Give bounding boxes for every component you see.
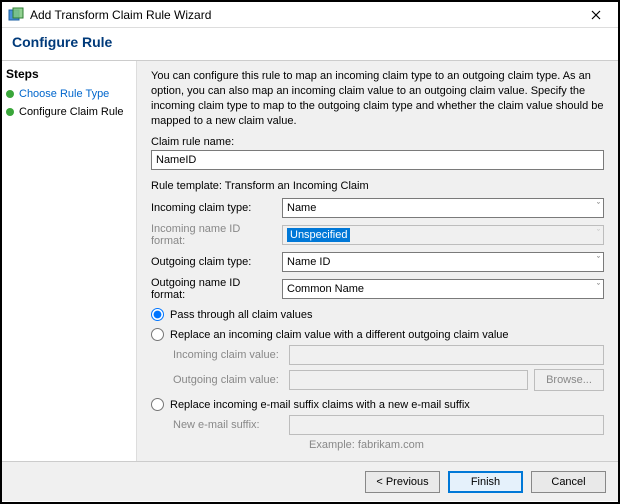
radio-replace-value-label: Replace an incoming claim value with a d… [170,329,509,341]
incoming-claim-value-input [289,345,604,365]
combo-value: Name ID [287,256,330,268]
steps-header: Steps [6,67,132,81]
browse-button: Browse... [534,369,604,391]
outgoing-claim-value-label: Outgoing claim value: [173,374,283,386]
step-bullet-icon [6,108,14,116]
radio-pass-through-label: Pass through all claim values [170,309,312,321]
combo-value: Name [287,202,316,214]
outgoing-claim-type-combo[interactable]: Name ID ˇ [282,252,604,272]
incoming-claim-type-label: Incoming claim type: [151,202,276,214]
chevron-down-icon: ˇ [597,282,600,292]
description-text: You can configure this rule to map an in… [151,69,604,128]
chevron-down-icon: ˇ [597,255,600,265]
rule-template-label: Rule template: Transform an Incoming Cla… [151,180,604,192]
window-title: Add Transform Claim Rule Wizard [30,8,580,22]
incoming-claim-type-combo[interactable]: Name ˇ [282,198,604,218]
claim-rule-name-input[interactable] [151,150,604,170]
claim-rule-name-label: Claim rule name: [151,136,604,148]
radio-replace-value[interactable] [151,328,164,341]
close-button[interactable] [580,4,612,26]
step-configure-claim-rule[interactable]: Configure Claim Rule [6,103,132,121]
incoming-nameid-format-label: Incoming name ID format: [151,223,276,247]
radio-pass-through[interactable] [151,308,164,321]
cancel-button[interactable]: Cancel [531,471,606,493]
incoming-claim-value-label: Incoming claim value: [173,349,283,361]
radio-replace-suffix[interactable] [151,398,164,411]
step-label: Choose Rule Type [19,88,109,100]
previous-button[interactable]: < Previous [365,471,440,493]
titlebar: Add Transform Claim Rule Wizard [2,2,618,28]
page-title: Configure Rule [2,28,618,61]
app-icon [8,7,24,23]
footer: < Previous Finish Cancel [2,461,618,501]
steps-panel: Steps Choose Rule Type Configure Claim R… [2,61,137,461]
outgoing-claim-value-input [289,370,528,390]
outgoing-nameid-format-combo[interactable]: Common Name ˇ [282,279,604,299]
combo-value: Unspecified [287,228,350,242]
example-text: Example: fabrikam.com [309,439,604,451]
step-choose-rule-type[interactable]: Choose Rule Type [6,85,132,103]
chevron-down-icon: ˇ [597,201,600,211]
new-email-suffix-label: New e-mail suffix: [173,419,283,431]
incoming-nameid-format-combo: Unspecified ˇ [282,225,604,245]
step-bullet-icon [6,90,14,98]
outgoing-claim-type-label: Outgoing claim type: [151,256,276,268]
outgoing-nameid-format-label: Outgoing name ID format: [151,277,276,301]
combo-value: Common Name [287,283,364,295]
chevron-down-icon: ˇ [597,228,600,238]
main-panel: You can configure this rule to map an in… [137,61,618,461]
finish-button[interactable]: Finish [448,471,523,493]
step-label: Configure Claim Rule [19,106,124,118]
new-email-suffix-input [289,415,604,435]
radio-replace-suffix-label: Replace incoming e-mail suffix claims wi… [170,399,470,411]
